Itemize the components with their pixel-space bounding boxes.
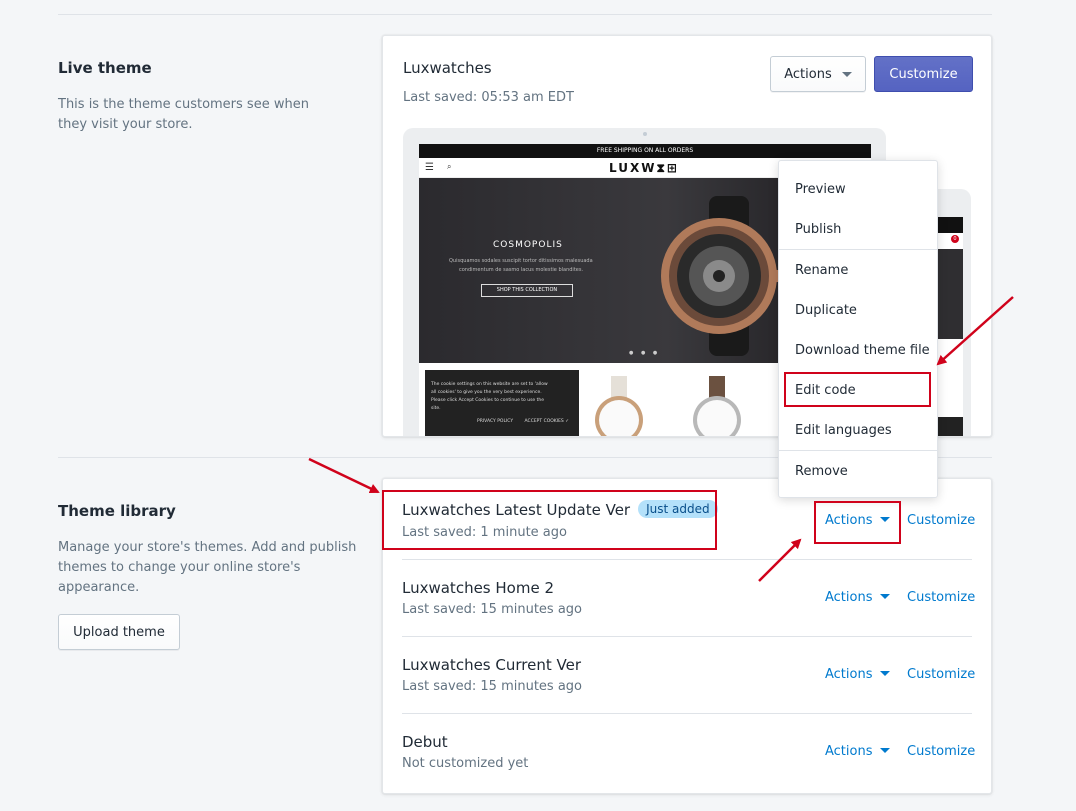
menu-item-rename[interactable]: Rename [779,250,937,290]
theme-customize-link[interactable]: Customize [907,667,975,682]
theme-actions-link[interactable]: Actions [825,667,890,682]
store-search-icon: ⌕ [447,162,452,171]
theme-actions-link[interactable]: Actions [825,744,890,759]
highlight-new-theme [382,490,717,550]
top-divider [58,14,992,15]
hero-watch-image [661,196,783,356]
theme-customize-link[interactable]: Customize [907,513,975,528]
theme-row-saved: Last saved: 15 minutes ago [402,602,583,617]
privacy-policy-link: PRIVACY POLICY [477,419,514,424]
accept-cookies-link: ACCEPT COOKIES ✓ [524,419,569,424]
theme-row-saved: Last saved: 15 minutes ago [402,679,583,694]
theme-row-saved: Not customized yet [402,756,529,771]
slide-dots: ● ● ● [629,350,661,356]
row-divider [402,636,972,637]
actions-label: Actions [825,744,873,759]
row-divider [402,559,972,560]
live-theme-last-saved: Last saved: 05:53 am EDT [403,90,574,105]
camera-dot [643,132,647,136]
theme-row-name: Luxwatches Home 2 [402,579,554,597]
store-logo: LUXW⧗⊞ [609,161,679,175]
theme-actions-link[interactable]: Actions [825,590,890,605]
hamburger-icon: ☰ [425,162,434,173]
cookie-text-4: site. [431,406,441,411]
live-theme-name: Luxwatches [403,59,492,77]
caret-down-icon [841,71,852,77]
arrow-to-new-theme [308,457,380,494]
live-theme-heading: Live theme [58,59,152,77]
actions-label: Actions [825,590,873,605]
theme-row-name: Debut [402,733,448,751]
menu-item-preview[interactable]: Preview [779,169,937,209]
hero-shop-button: SHOP THIS COLLECTION [481,284,573,297]
cookie-links: PRIVACY POLICY ACCEPT COOKIES ✓ [431,419,573,424]
theme-library-description: Manage your store's themes. Add and publ… [58,540,357,595]
upload-theme-button[interactable]: Upload theme [58,614,180,650]
row-divider [402,713,972,714]
cookie-text-1: The cookie settings on this website are … [431,382,548,387]
live-theme-customize-button[interactable]: Customize [874,56,973,92]
cookie-text-2: all cookies' to give you the very best e… [431,390,542,395]
theme-customize-link[interactable]: Customize [907,744,975,759]
mobile-cart-badge: 0 [951,235,959,243]
hero-text-2: condimentum de sasmo lacus molestie blan… [459,267,584,273]
menu-item-publish[interactable]: Publish [779,209,937,249]
menu-item-download-theme-file[interactable]: Download theme file [779,330,937,370]
highlight-edit-code [784,372,931,407]
caret-down-icon [879,671,890,676]
theme-row-name: Luxwatches Current Ver [402,656,581,674]
live-theme-description: This is the theme customers see when the… [58,97,309,132]
theme-library-heading: Theme library [58,502,176,520]
product-watch-1 [595,376,643,436]
live-theme-actions-label: Actions [784,66,832,82]
menu-item-edit-languages[interactable]: Edit languages [779,410,937,450]
actions-dropdown-menu: Preview Publish Rename Duplicate Downloa… [778,160,938,498]
highlight-actions-button [814,501,901,544]
caret-down-icon [879,748,890,753]
caret-down-icon [879,594,890,599]
actions-label: Actions [825,667,873,682]
product-watch-2 [693,376,741,436]
cookie-text-3: Please click Accept Cookies to continue … [431,398,545,403]
cookie-notice: The cookie settings on this website are … [425,370,579,436]
menu-item-duplicate[interactable]: Duplicate [779,290,937,330]
hero-text-1: Quisquamos sodales suscipit tortor ditis… [449,258,593,264]
hero-title: COSMOPOLIS [493,240,563,250]
shipping-banner: FREE SHIPPING ON ALL ORDERS [419,144,871,158]
live-theme-actions-button[interactable]: Actions [770,56,866,92]
menu-item-remove[interactable]: Remove [779,451,937,491]
theme-customize-link[interactable]: Customize [907,590,975,605]
